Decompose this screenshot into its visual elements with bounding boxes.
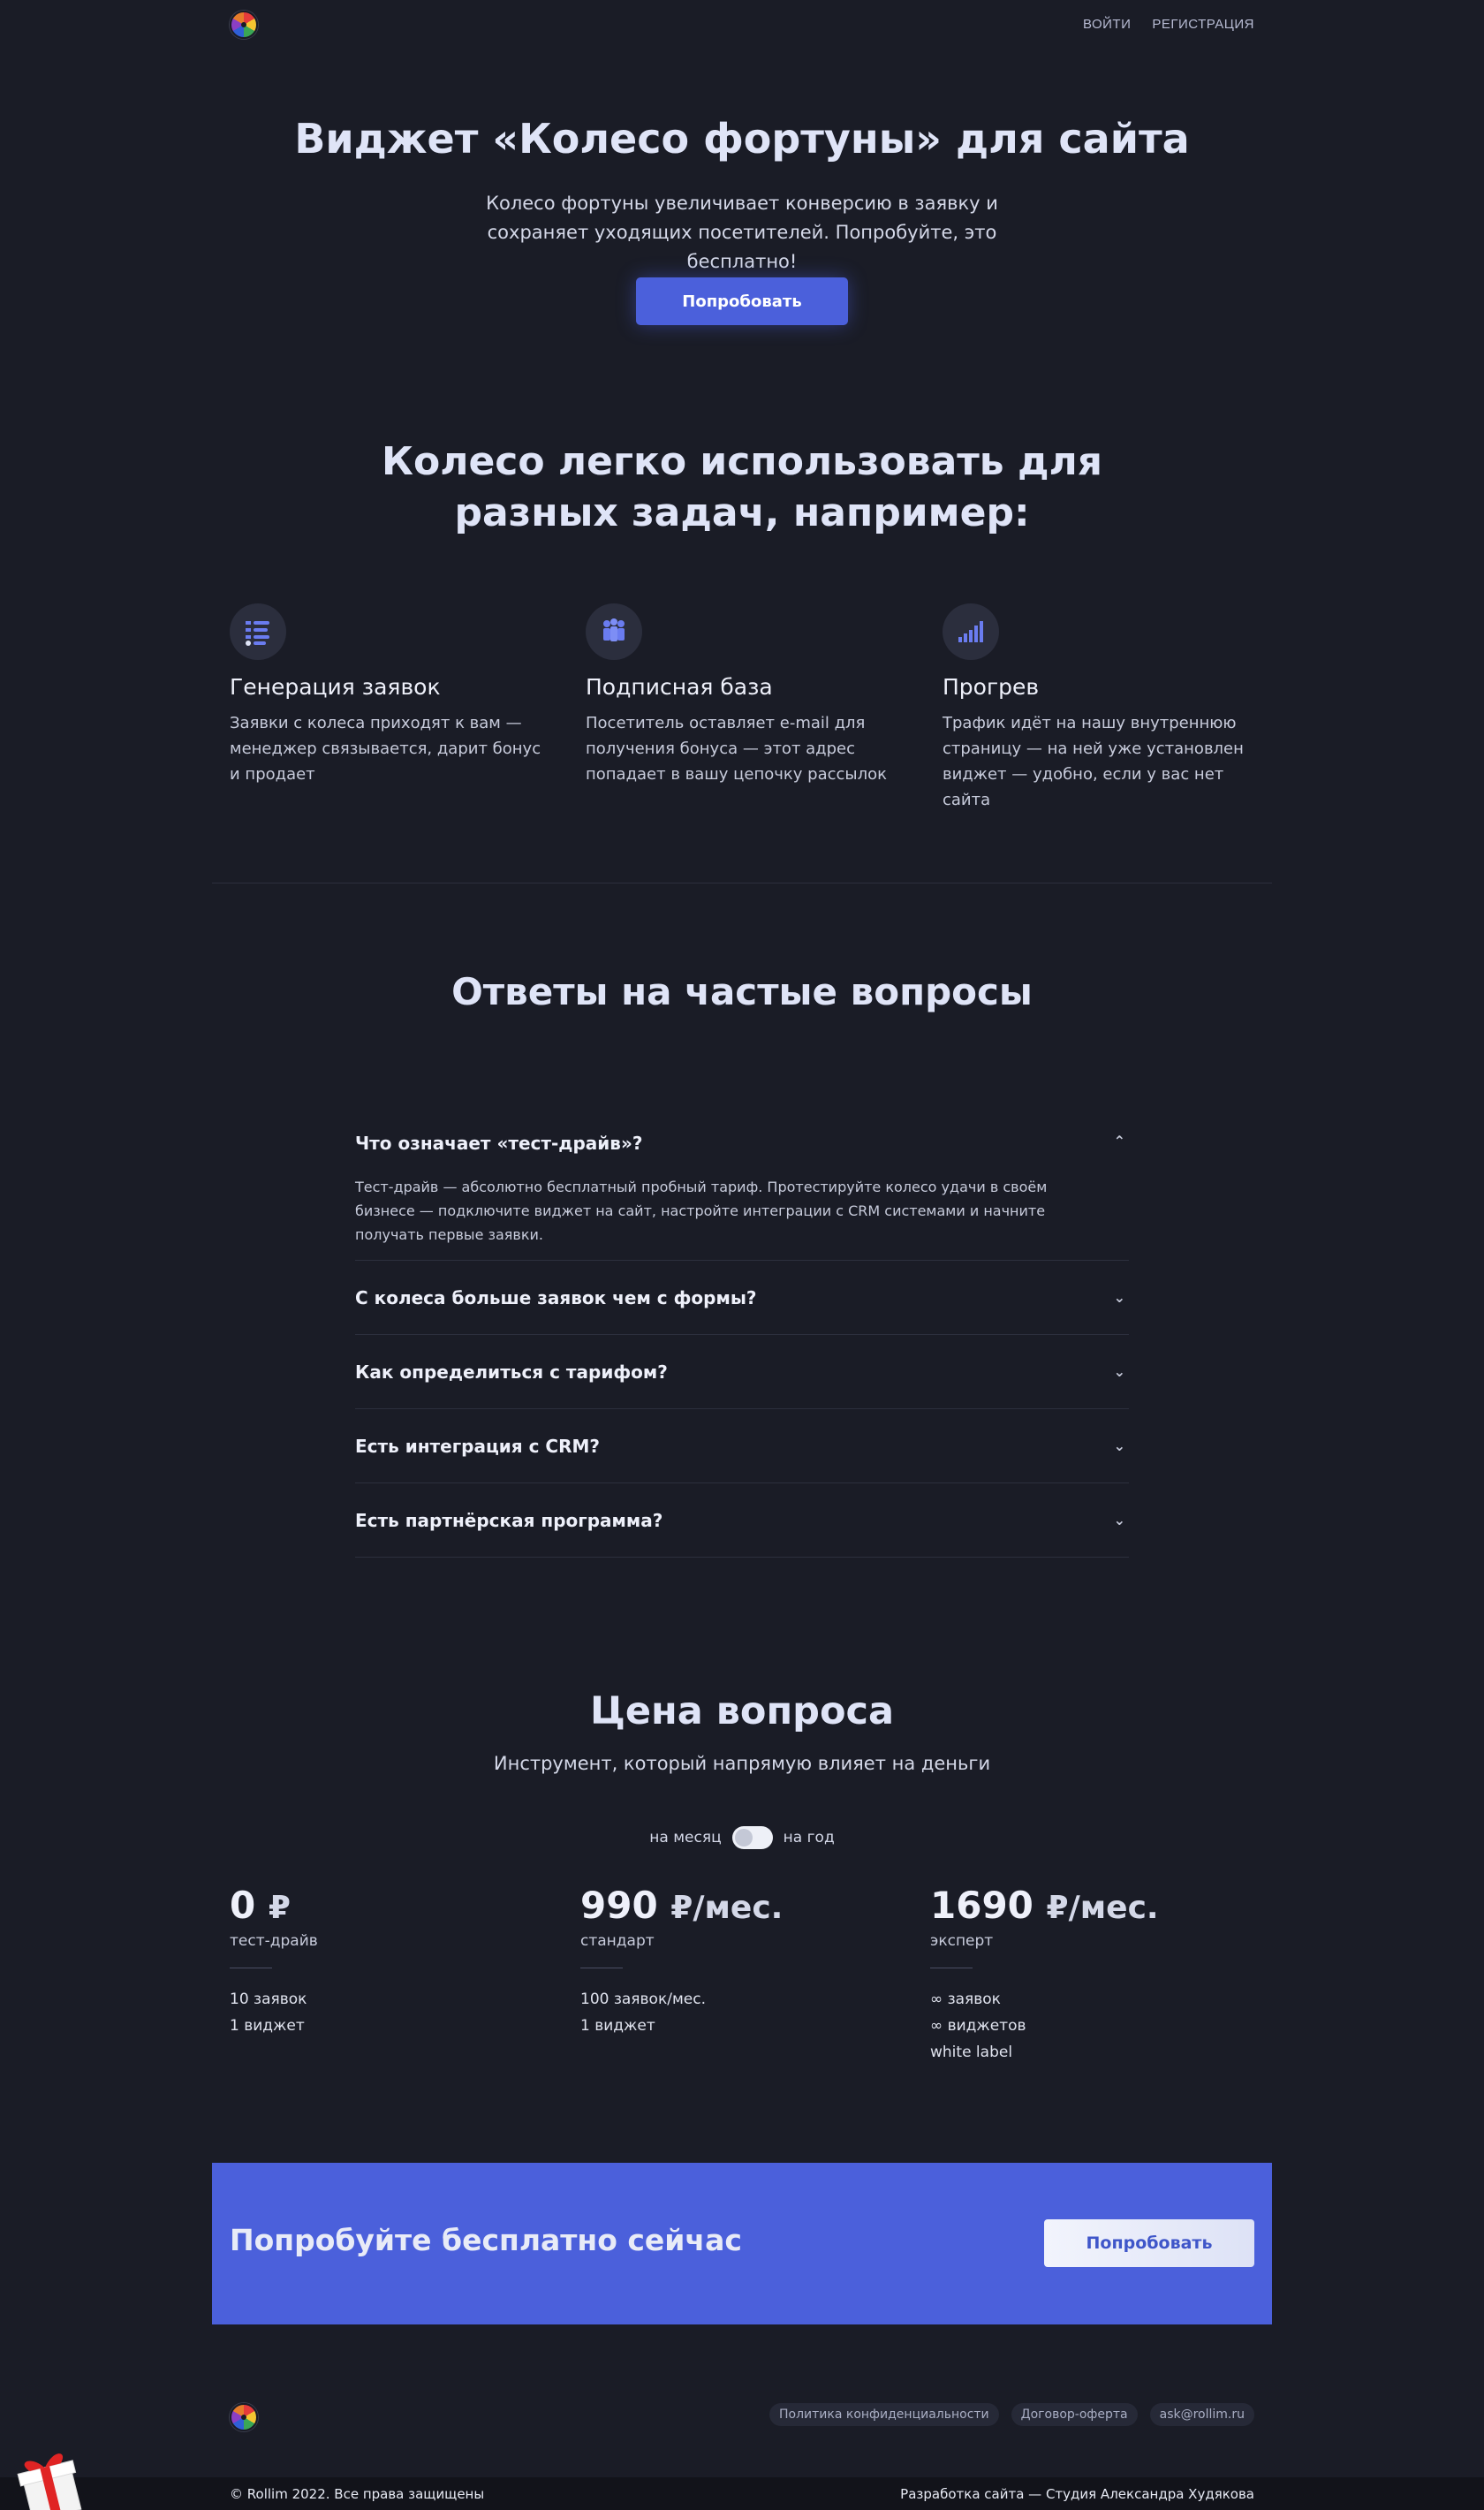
use-card-warmup: Прогрев Трафик идёт на нашу внутреннюю с… [943, 603, 1261, 813]
plan-feature: 1 виджет [230, 2017, 305, 2035]
use-title: Подписная база [586, 674, 773, 700]
cta-text: Попробуйте бесплатно сейчас [230, 2223, 742, 2257]
plan-feature: ∞ заявок [930, 1991, 1001, 2008]
billing-period-toggle-row: на месяц на год [0, 1826, 1484, 1849]
uses-title: Колесо легко использовать для разных зад… [382, 439, 1102, 535]
gift-box-icon[interactable] [12, 2449, 87, 2510]
chevron-down-icon[interactable]: ⌄ [1114, 1289, 1125, 1306]
use-text: Трафик идёт на нашу внутреннюю страницу … [943, 714, 1244, 809]
people-icon [586, 603, 642, 660]
list-icon [230, 603, 286, 660]
wheel-logo-icon[interactable] [230, 11, 258, 39]
use-text: Посетитель оставляет e-mail для получени… [586, 714, 887, 784]
plan-unit: ₽/мес. [670, 1890, 784, 1926]
faq-item: Как определиться с тарифом? ⌄ [355, 1335, 1129, 1409]
chevron-down-icon[interactable]: ⌄ [1114, 1363, 1125, 1380]
use-title: Прогрев [943, 674, 1040, 700]
faq-answer: Тест-драйв — абсолютно бесплатный пробны… [355, 1179, 1048, 1243]
faq-question-text: Что означает «тест-драйв»? [355, 1133, 643, 1154]
privacy-policy-link[interactable]: Политика конфиденциальности [769, 2403, 999, 2426]
faq-question-text: Есть партнёрская программа? [355, 1509, 663, 1531]
plan-card-standard: 990 ₽/мес. стандарт 100 заявок/мес. 1 ви… [580, 1884, 881, 2039]
billing-period-toggle[interactable] [731, 1826, 773, 1849]
offer-agreement-link[interactable]: Договор-оферта [1011, 2403, 1138, 2426]
chevron-down-icon[interactable]: ⌄ [1114, 1512, 1125, 1528]
faq-question-text: Как определиться с тарифом? [355, 1361, 668, 1383]
faq-question-text: Есть интеграция с CRM? [355, 1435, 601, 1457]
hero-try-button[interactable]: Попробовать [636, 277, 848, 325]
plan-features: 10 заявок 1 виджет [230, 1986, 530, 2039]
hero-title: Виджет «Колесо фортуны» для сайта [294, 115, 1190, 163]
plan-unit: ₽ [268, 1890, 291, 1926]
chevron-up-icon[interactable]: ⌃ [1114, 1133, 1125, 1149]
plan-features: 100 заявок/мес. 1 виджет [580, 1986, 881, 2039]
faq-question[interactable]: Есть партнёрская программа? ⌄ [355, 1483, 1129, 1557]
faq-question[interactable]: Что означает «тест-драйв»? ⌃ [355, 1122, 1129, 1175]
header-nav: ВОЙТИ РЕГИСТРАЦИЯ [1083, 17, 1254, 32]
footer-links: Политика конфиденциальности Договор-офер… [769, 2403, 1254, 2426]
plan-feature: white label [930, 2044, 1013, 2061]
email-link[interactable]: ask@rollim.ru [1149, 2403, 1254, 2426]
cta-try-button[interactable]: Попробовать [1044, 2219, 1254, 2267]
plan-amount: 1690 [930, 1884, 1034, 1927]
toggle-label-month: на месяц [649, 1829, 722, 1846]
faq-question[interactable]: С колеса больше заявок чем с формы? ⌄ [355, 1261, 1129, 1334]
use-card-subscribers: Подписная база Посетитель оставляет e-ma… [586, 603, 904, 787]
toggle-label-year: на год [783, 1829, 835, 1846]
hero-subtitle: Колесо фортуны увеличивает конверсию в з… [486, 193, 998, 272]
plan-price: 0 ₽ [230, 1884, 530, 1927]
plan-amount: 990 [580, 1884, 658, 1927]
plan-price: 990 ₽/мес. [580, 1884, 881, 1927]
faq-item: Что означает «тест-драйв»? ⌃ Тест-драйв … [355, 1122, 1129, 1261]
use-title: Генерация заявок [230, 674, 441, 700]
copyright-text: © Rollim 2022. Все права защищены [230, 2486, 485, 2502]
plan-card-test-drive: 0 ₽ тест-драйв 10 заявок 1 виджет [230, 1884, 530, 2039]
faq-question[interactable]: Как определиться с тарифом? ⌄ [355, 1335, 1129, 1408]
plan-unit: ₽/мес. [1046, 1890, 1159, 1926]
pricing-subtitle: Инструмент, который напрямую влияет на д… [493, 1753, 991, 1774]
developer-credit[interactable]: Разработка сайта — Студия Александра Худ… [900, 2486, 1254, 2502]
plan-feature: ∞ виджетов [930, 2017, 1026, 2035]
plan-name: эксперт [930, 1932, 994, 1950]
plan-name: тест-драйв [230, 1932, 318, 1950]
use-text: Заявки с колеса приходят к вам — менедже… [230, 714, 541, 784]
faq-list: Что означает «тест-драйв»? ⌃ Тест-драйв … [355, 1122, 1129, 1558]
plan-card-expert: 1690 ₽/мес. эксперт ∞ заявок ∞ виджетов … [930, 1884, 1230, 2066]
plan-feature: 10 заявок [230, 1991, 307, 2008]
use-card-leads: Генерация заявок Заявки с колеса приходя… [230, 603, 548, 787]
faq-question-text: С колеса больше заявок чем с формы? [355, 1286, 757, 1308]
plan-feature: 1 виджет [580, 2017, 655, 2035]
signal-icon [943, 603, 999, 660]
cta-banner: Попробуйте бесплатно сейчас Попробовать [212, 2163, 1272, 2324]
plan-amount: 0 [230, 1884, 256, 1927]
faq-question[interactable]: Есть интеграция с CRM? ⌄ [355, 1409, 1129, 1482]
faq-item: Есть партнёрская программа? ⌄ [355, 1483, 1129, 1558]
footer-wheel-logo-icon[interactable] [230, 2403, 258, 2431]
plan-feature: 100 заявок/мес. [580, 1991, 706, 2008]
plan-name: стандарт [580, 1932, 655, 1950]
faq-title: Ответы на частые вопросы [451, 970, 1033, 1013]
plan-features: ∞ заявок ∞ виджетов white label [930, 1986, 1230, 2066]
chevron-down-icon[interactable]: ⌄ [1114, 1437, 1125, 1454]
footer-bottom-bar: © Rollim 2022. Все права защищены Разраб… [0, 2477, 1484, 2510]
pricing-title: Цена вопроса [589, 1689, 895, 1733]
faq-item: Есть интеграция с CRM? ⌄ [355, 1409, 1129, 1483]
plan-price: 1690 ₽/мес. [930, 1884, 1230, 1927]
register-link[interactable]: РЕГИСТРАЦИЯ [1152, 17, 1254, 32]
login-link[interactable]: ВОЙТИ [1083, 17, 1131, 32]
site-header: ВОЙТИ РЕГИСТРАЦИЯ [212, 0, 1272, 49]
faq-item: С колеса больше заявок чем с формы? ⌄ [355, 1261, 1129, 1335]
